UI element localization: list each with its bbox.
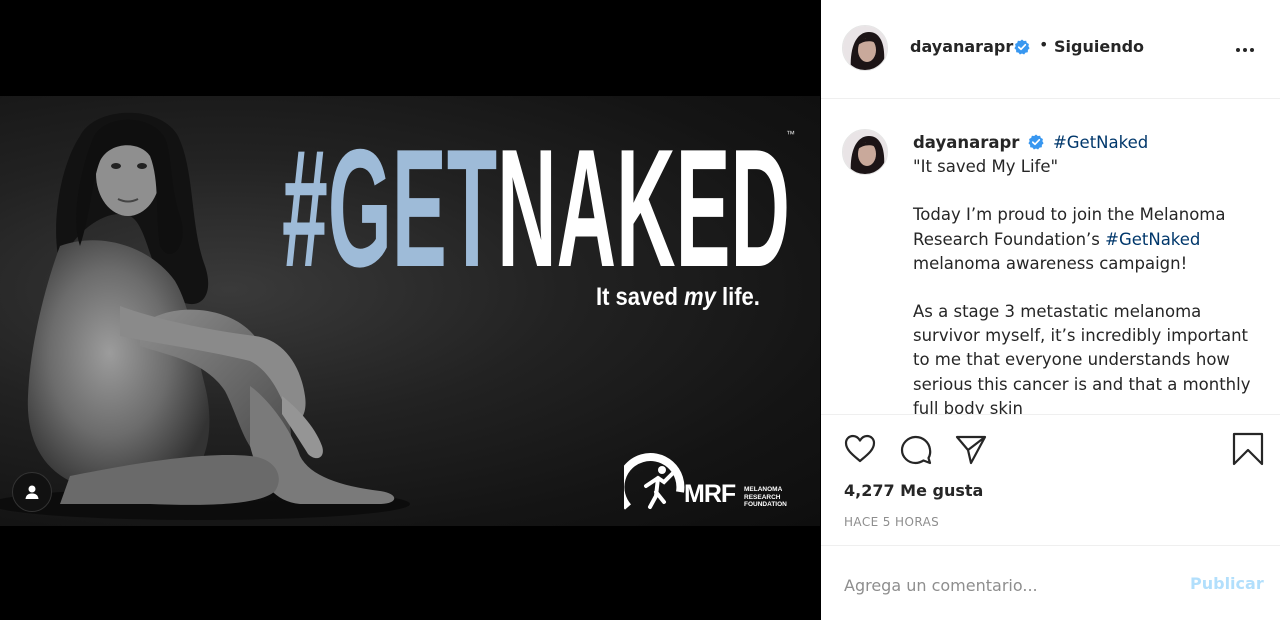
heart-icon — [844, 434, 876, 463]
share-icon — [955, 435, 987, 465]
following-button[interactable]: Siguiendo — [1054, 37, 1144, 56]
hashtag-link[interactable]: #GetNaked — [1105, 230, 1200, 249]
headline-word: NAKED — [497, 114, 790, 276]
bookmark-icon — [1232, 432, 1264, 466]
post-header: dayanarapr • Siguiendo — [821, 0, 1280, 99]
verified-badge-icon — [1014, 39, 1030, 55]
post-side-panel: dayanarapr • Siguiendo dayanarapr #GetNa… — [821, 0, 1280, 620]
post-actions: 4,277 Me gusta HACE 5 HORAS — [821, 416, 1280, 546]
header-username[interactable]: dayanarapr — [910, 37, 1013, 56]
mrf-letters: MRF — [684, 480, 736, 508]
post-timestamp[interactable]: HACE 5 HORAS — [844, 515, 939, 529]
caption-paragraph: As a stage 3 metastatic melanoma survivo… — [913, 302, 1251, 415]
profile-photo — [843, 26, 887, 70]
more-options-button[interactable] — [1233, 38, 1257, 62]
mrf-logo: MRF MELANOMA RESEARCH FOUNDATION — [624, 452, 799, 512]
campaign-headline: #GETNAKED — [282, 96, 802, 276]
tagline-text: It saved — [596, 283, 685, 311]
comment-input[interactable] — [844, 573, 1174, 597]
campaign-tagline: It saved my life. — [596, 283, 760, 312]
likes-count[interactable]: 4,277 Me gusta — [844, 481, 983, 500]
more-dot-icon — [1243, 48, 1247, 52]
caption-line: "It saved My Life" — [913, 157, 1059, 177]
trademark-mark: ™ — [786, 129, 795, 139]
caption-section: dayanarapr #GetNaked "It saved My Life" … — [821, 100, 1280, 415]
share-button[interactable] — [954, 432, 988, 466]
caption-paragraph: Today I’m proud to join the Melanoma Res… — [913, 205, 1226, 273]
separator-dot: • — [1039, 35, 1049, 54]
comment-button[interactable] — [899, 432, 933, 466]
caption-text: dayanarapr #GetNaked "It saved My Life" … — [913, 131, 1263, 415]
avatar[interactable] — [842, 25, 888, 71]
publish-button[interactable]: Publicar — [1190, 574, 1264, 593]
user-icon — [25, 485, 39, 499]
comment-icon — [900, 435, 932, 465]
caption-username[interactable]: dayanarapr — [913, 133, 1019, 152]
hashtag-link[interactable]: #GetNaked — [1053, 133, 1148, 152]
tagline-text-end: life. — [715, 283, 760, 311]
comment-form: Publicar — [821, 547, 1280, 620]
tagged-user-button[interactable] — [12, 472, 52, 512]
more-dot-icon — [1250, 48, 1254, 52]
save-button[interactable] — [1231, 432, 1265, 466]
tagline-emphasis: my — [684, 283, 716, 311]
like-button[interactable] — [843, 432, 877, 466]
svg-text:#GETNAKED: #GETNAKED — [282, 114, 790, 276]
profile-photo — [843, 130, 887, 174]
avatar[interactable] — [842, 129, 888, 175]
more-dot-icon — [1236, 48, 1240, 52]
mrf-subtitle: MELANOMA RESEARCH FOUNDATION — [744, 486, 787, 509]
post-media[interactable]: #GETNAKED ™ It saved my life. MRF MELANO… — [0, 0, 820, 620]
headline-hash: #GET — [282, 114, 497, 276]
verified-badge-icon — [1028, 134, 1044, 150]
